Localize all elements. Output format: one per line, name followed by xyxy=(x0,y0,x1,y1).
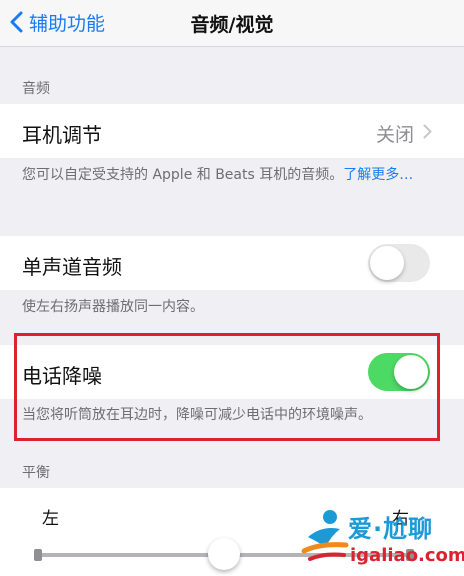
learn-more-link[interactable]: 了解更多… xyxy=(343,167,413,183)
mono-audio-toggle[interactable] xyxy=(368,244,430,282)
headphone-footer-text: 您可以自定受支持的 Apple 和 Beats 耳机的音频。 xyxy=(22,167,344,183)
section-header-balance: 平衡 xyxy=(22,465,50,481)
balance-left-label: 左 xyxy=(42,509,59,529)
watermark-figure-icon xyxy=(301,510,349,561)
watermark-url: igaliao.com xyxy=(350,545,464,566)
navigation-bar: 辅助功能 音频/视觉 xyxy=(0,0,464,47)
page-title: 音频/视觉 xyxy=(190,14,274,36)
watermark-brand: 爱·尬聊 xyxy=(348,515,434,543)
watermark-logo: 爱·尬聊 igaliao.com xyxy=(300,505,464,573)
headphone-accommodations-cell[interactable]: 耳机调节 关闭 xyxy=(0,104,464,158)
mono-audio-label: 单声道音频 xyxy=(22,255,122,279)
mono-audio-footer: 使左右扬声器播放同一内容。 xyxy=(22,299,204,315)
highlight-box xyxy=(14,333,440,441)
mono-audio-cell: 单声道音频 xyxy=(0,236,464,290)
headphone-accommodations-value: 关闭 xyxy=(375,124,414,146)
toggle-knob xyxy=(370,246,404,280)
slider-tick-left xyxy=(34,549,42,561)
balance-slider-thumb[interactable] xyxy=(208,538,240,570)
headphone-accommodations-label: 耳机调节 xyxy=(22,123,102,147)
headphone-footer: 您可以自定受支持的 Apple 和 Beats 耳机的音频。了解更多… xyxy=(22,164,424,186)
section-header-audio: 音频 xyxy=(22,81,50,97)
chevron-right-icon xyxy=(423,124,432,139)
